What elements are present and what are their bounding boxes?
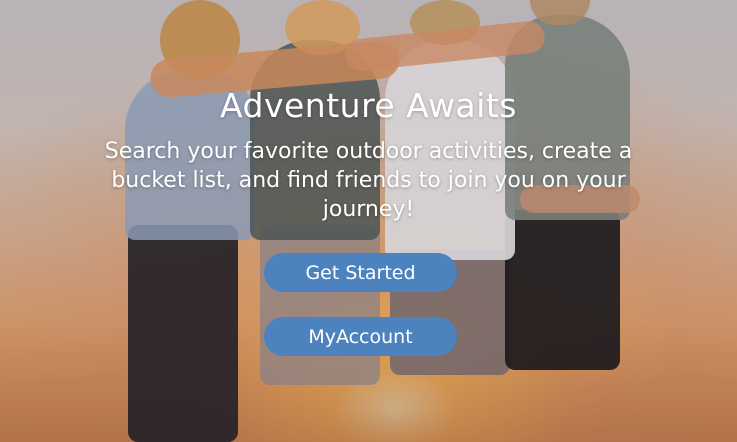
hero-content: Adventure Awaits Search your favorite ou… — [0, 0, 737, 442]
hero-subtitle: Search your favorite outdoor activities,… — [104, 139, 633, 222]
get-started-button[interactable]: Get Started — [264, 253, 457, 292]
hero-title: Adventure Awaits — [220, 86, 517, 125]
my-account-button[interactable]: MyAccount — [264, 317, 457, 356]
